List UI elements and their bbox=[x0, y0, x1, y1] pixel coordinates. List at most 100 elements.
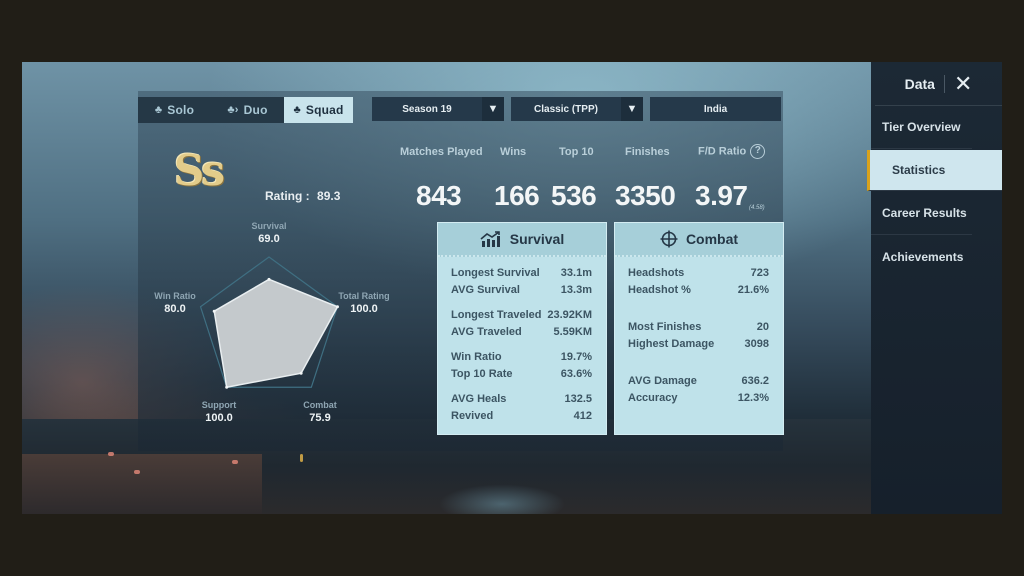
sidebar-title: Data bbox=[904, 75, 935, 92]
rating: Rating : 89.3 bbox=[265, 189, 340, 203]
stat-row-label: Highest Damage bbox=[628, 338, 715, 350]
row-gap bbox=[628, 353, 769, 373]
stat-row-label: Longest Traveled bbox=[451, 309, 542, 321]
radar-axis-name: Win Ratio bbox=[154, 291, 196, 301]
radar-axis-value: 80.0 bbox=[164, 303, 186, 315]
radar-label-win-ratio: Win Ratio 80.0 bbox=[130, 291, 220, 315]
radar-point bbox=[267, 277, 271, 281]
solo-icon: ♣ bbox=[154, 104, 163, 116]
radar-label-total-rating: Total Rating 100.0 bbox=[319, 291, 409, 315]
sidebar-header: Data ✕ bbox=[875, 62, 1002, 106]
stat-row-value: 23.92KM bbox=[547, 309, 592, 321]
stat-matches-played: Matches Played bbox=[400, 146, 483, 158]
tab-solo[interactable]: ♣ Solo bbox=[138, 97, 211, 123]
stat-row: Revived 412 bbox=[451, 408, 592, 425]
chevron-down-icon[interactable]: ▼ bbox=[621, 97, 643, 121]
radar-chart: Survival 69.0 Total Rating 100.0 Combat … bbox=[138, 211, 428, 441]
tab-duo[interactable]: ♣› Duo bbox=[211, 97, 284, 123]
fd-ratio-sub: (4.58) bbox=[749, 205, 765, 211]
stat-row-label: Headshots bbox=[628, 267, 685, 279]
stat-value-matches: 843 bbox=[416, 180, 462, 212]
sidebar-item-label: Tier Overview bbox=[882, 120, 961, 134]
rating-value: 89.3 bbox=[317, 189, 341, 203]
stat-value: 843 bbox=[416, 180, 462, 211]
chevron-down-icon[interactable]: ▼ bbox=[482, 97, 504, 121]
tab-label: Squad bbox=[305, 103, 344, 117]
stat-row-value: 5.59KM bbox=[553, 326, 592, 338]
stat-finishes: Finishes bbox=[625, 146, 670, 158]
stat-row-label: Top 10 Rate bbox=[451, 368, 513, 380]
stat-row-value: 12.3% bbox=[737, 392, 769, 404]
region-value: India bbox=[703, 103, 728, 115]
radar-axis-value: 75.9 bbox=[309, 412, 331, 424]
stat-row-value: 723 bbox=[750, 267, 769, 279]
row-gap bbox=[451, 299, 592, 307]
stat-value-top10: 536 bbox=[551, 180, 597, 212]
radar-label-support: Support 100.0 bbox=[174, 400, 264, 424]
radar-axis-name: Combat bbox=[303, 400, 337, 410]
radar-label-survival: Survival 69.0 bbox=[224, 221, 314, 245]
stat-row-label: Accuracy bbox=[628, 392, 678, 404]
stat-row-label: Headshot % bbox=[628, 284, 691, 296]
stat-row: Most Finishes 20 bbox=[628, 319, 769, 336]
background-ember bbox=[108, 452, 114, 456]
radar-axis-name: Total Rating bbox=[338, 291, 390, 301]
stat-row-value: 132.5 bbox=[564, 393, 592, 405]
stat-top10: Top 10 bbox=[559, 146, 594, 158]
stat-value: 3.97 bbox=[695, 180, 748, 211]
stat-fd-ratio: F/D Ratio? bbox=[698, 144, 766, 159]
stat-label: Finishes bbox=[625, 146, 670, 158]
stat-row-label: AVG Heals bbox=[451, 393, 507, 405]
stat-row-label: AVG Damage bbox=[628, 375, 697, 387]
help-icon[interactable]: ? bbox=[750, 144, 766, 159]
row-gap bbox=[628, 299, 769, 319]
stat-row-value: 33.1m bbox=[560, 267, 592, 279]
card-title: Survival bbox=[509, 231, 565, 247]
mode-tabs: ♣ Solo ♣› Duo ♣ Squad bbox=[138, 97, 353, 123]
stat-value-wins: 166 bbox=[494, 180, 540, 212]
stat-value: 536 bbox=[551, 180, 597, 211]
sidebar-item-career-results[interactable]: Career Results bbox=[871, 192, 972, 235]
region-selector[interactable]: India bbox=[650, 97, 781, 121]
stat-label: Wins bbox=[500, 146, 527, 158]
stat-row: AVG Traveled 5.59KM bbox=[451, 324, 592, 341]
game-mode-dropdown[interactable]: Classic (TPP) ▼ bbox=[511, 97, 643, 121]
radar-axis-value: 100.0 bbox=[205, 412, 233, 424]
combat-card-body: Headshots 723 Headshot % 21.6% Most Finishes… bbox=[615, 257, 783, 407]
survival-card-header: Survival bbox=[438, 223, 606, 257]
stat-row-value: 412 bbox=[573, 410, 592, 422]
squad-icon: ♣ bbox=[293, 104, 301, 116]
combat-card: Combat Headshots 723 Headshot % 21.6% Most F… bbox=[614, 222, 784, 435]
survival-card-body: Longest Survival 33.1m AVG Survival 13.3m Lo… bbox=[438, 257, 606, 425]
stat-value: 3350 bbox=[615, 180, 676, 211]
stat-row-value: 3098 bbox=[744, 338, 769, 350]
stat-row: AVG Heals 132.5 bbox=[451, 391, 592, 408]
tier-badge: Ss bbox=[174, 146, 225, 195]
sidebar-item-label: Statistics bbox=[892, 163, 946, 177]
close-icon[interactable]: ✕ bbox=[954, 72, 972, 94]
sidebar-item-label: Achievements bbox=[882, 249, 964, 264]
season-dropdown[interactable]: Season 19 ▼ bbox=[372, 97, 504, 121]
stat-row: Win Ratio 19.7% bbox=[451, 349, 592, 366]
fd-label: F/D Ratio bbox=[698, 145, 747, 158]
radar-axis-value: 100.0 bbox=[350, 303, 378, 315]
duo-icon: ♣› bbox=[227, 104, 239, 116]
statistics-panel: ♣ Solo ♣› Duo ♣ Squad Season 19 ▼ Classi… bbox=[138, 91, 784, 451]
sidebar-item-label: Career Results bbox=[882, 206, 967, 220]
stat-value: 166 bbox=[494, 180, 540, 211]
stat-row-value: 636.2 bbox=[741, 375, 769, 387]
stat-label: Matches Played bbox=[400, 146, 483, 158]
sidebar-item-achievements[interactable]: Achievements bbox=[871, 235, 972, 278]
tab-label: Solo bbox=[167, 103, 195, 117]
background-rocks bbox=[22, 454, 262, 514]
stat-value-fd: 3.97 bbox=[695, 180, 748, 212]
radar-label-combat: Combat 75.9 bbox=[275, 400, 365, 424]
data-sidebar: Data ✕ Tier Overview Statistics Career R… bbox=[867, 62, 1002, 514]
stat-row-label: Most Finishes bbox=[628, 321, 702, 333]
stat-row: Top 10 Rate 63.6% bbox=[451, 366, 592, 383]
sidebar-item-statistics[interactable]: Statistics bbox=[867, 150, 1002, 191]
stat-row: Longest Survival 33.1m bbox=[451, 265, 592, 282]
tab-squad[interactable]: ♣ Squad bbox=[284, 97, 353, 123]
sidebar-item-tier-overview[interactable]: Tier Overview bbox=[871, 106, 972, 149]
stat-row: Headshot % 21.6% bbox=[628, 282, 769, 299]
